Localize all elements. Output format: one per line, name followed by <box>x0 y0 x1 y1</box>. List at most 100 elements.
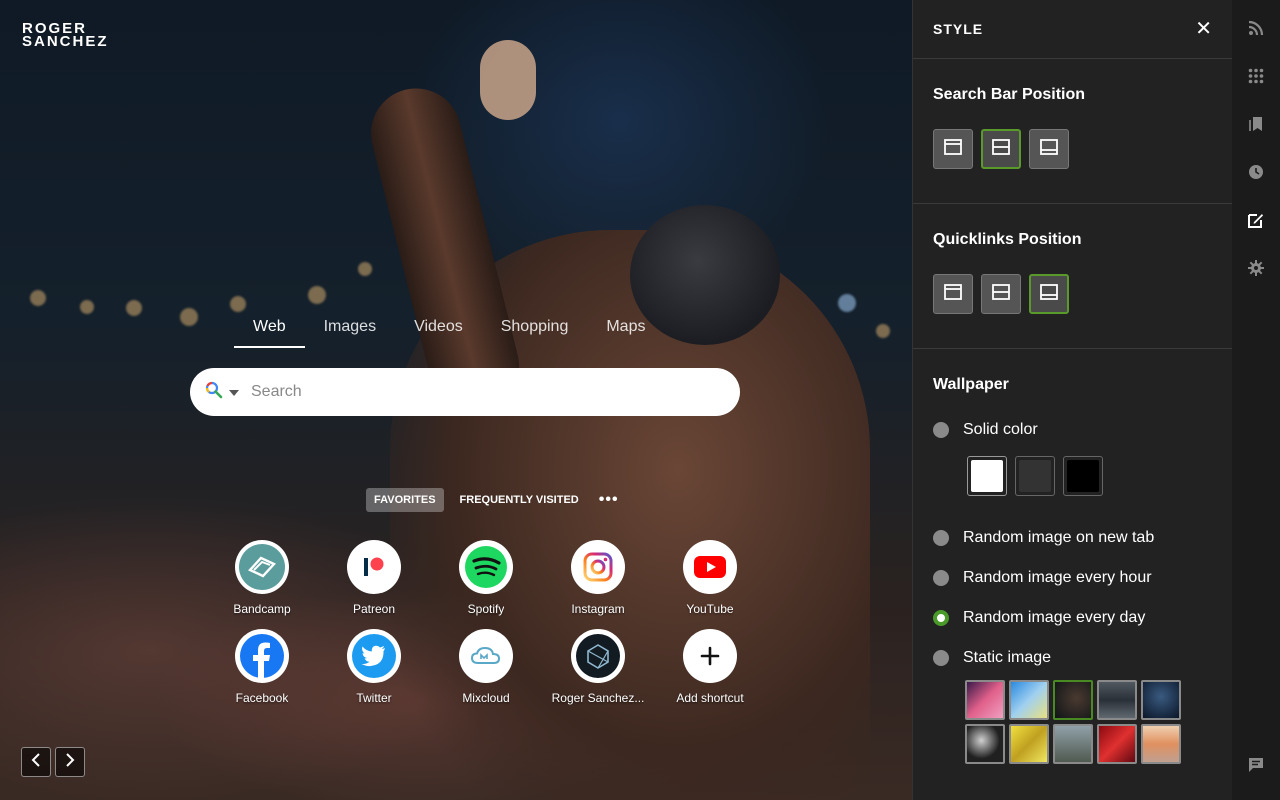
brand-logo[interactable]: ROGER SANCHEZ <box>22 21 109 49</box>
section-title: Quicklinks Position <box>933 231 1082 248</box>
wallpaper-option-random-hour[interactable]: Random image every hour <box>933 558 1212 598</box>
color-swatch-dark-gray[interactable] <box>1015 456 1055 496</box>
tab-maps[interactable]: Maps <box>587 310 664 348</box>
bokeh-light <box>180 308 198 326</box>
radio-label: Random image every hour <box>963 569 1152 586</box>
wallpaper-thumbnail[interactable] <box>1097 680 1137 720</box>
wallpaper-option-random-day[interactable]: Random image every day <box>933 598 1212 638</box>
quicklink-facebook[interactable]: Facebook <box>206 629 318 705</box>
tab-favorites[interactable]: FAVORITES <box>366 488 444 512</box>
layout-top-icon <box>944 283 962 305</box>
color-swatch-white[interactable] <box>967 456 1007 496</box>
swatch-fill <box>1019 460 1051 492</box>
tab-web[interactable]: Web <box>234 310 305 348</box>
quicklink-patreon[interactable]: Patreon <box>318 540 430 616</box>
wallpaper-section: Wallpaper Solid color Random image on ne… <box>913 349 1232 764</box>
radio-button <box>933 570 949 586</box>
search-type-tabs: Web Images Videos Shopping Maps <box>234 310 664 348</box>
quicklink-spotify[interactable]: Spotify <box>430 540 542 616</box>
wallpaper-thumbnail[interactable] <box>1009 724 1049 764</box>
chevron-down-icon <box>229 383 239 401</box>
color-swatch-black[interactable] <box>1063 456 1103 496</box>
quicklink-roger-sanchez[interactable]: Roger Sanchez... <box>542 629 654 705</box>
layout-top-icon <box>944 138 962 160</box>
youtube-icon <box>683 540 737 594</box>
style-edit-icon[interactable] <box>1246 210 1266 230</box>
close-icon[interactable]: ✕ <box>1195 19 1212 39</box>
radio-button <box>933 422 949 438</box>
apps-grid-icon[interactable] <box>1246 66 1266 86</box>
bokeh-light <box>308 286 326 304</box>
instagram-icon <box>571 540 625 594</box>
tab-frequently-visited[interactable]: FREQUENTLY VISITED <box>452 488 587 512</box>
position-bottom-button[interactable] <box>1029 129 1069 169</box>
feedback-icon[interactable] <box>1246 755 1266 775</box>
quicklink-instagram[interactable]: Instagram <box>542 540 654 616</box>
bookmarks-icon[interactable] <box>1246 114 1266 134</box>
chevron-right-icon <box>65 752 75 772</box>
settings-gear-icon[interactable] <box>1246 258 1266 278</box>
quicklink-label: Spotify <box>467 602 505 616</box>
quicklink-label: Add shortcut <box>676 691 744 705</box>
quicklink-label: Twitter <box>356 691 392 705</box>
section-title: Wallpaper <box>933 376 1009 393</box>
bokeh-light <box>80 300 94 314</box>
wallpaper-option-static-image[interactable]: Static image <box>933 638 1212 678</box>
plus-icon <box>683 629 737 683</box>
swatch-fill <box>971 460 1003 492</box>
wallpaper-thumbnail[interactable] <box>1053 724 1093 764</box>
wallpaper-thumbnail[interactable] <box>1097 724 1137 764</box>
position-middle-button[interactable] <box>981 274 1021 314</box>
quicklink-mixcloud[interactable]: Mixcloud <box>430 629 542 705</box>
patreon-icon <box>347 540 401 594</box>
search-engine-icon <box>205 381 223 404</box>
layout-middle-icon <box>992 283 1010 305</box>
wallpaper-thumbnail[interactable] <box>1141 724 1181 764</box>
radio-button <box>933 650 949 666</box>
tab-images[interactable]: Images <box>305 310 395 348</box>
add-shortcut-button[interactable]: Add shortcut <box>654 629 766 705</box>
quicklink-label: Patreon <box>352 602 396 616</box>
history-icon[interactable] <box>1246 162 1266 182</box>
chevron-left-icon <box>31 752 41 772</box>
layout-middle-icon <box>992 138 1010 160</box>
wallpaper-thumbnail-selected[interactable] <box>1053 680 1093 720</box>
quicklink-twitter[interactable]: Twitter <box>318 629 430 705</box>
position-middle-button[interactable] <box>981 129 1021 169</box>
quicklink-label: Instagram <box>571 602 625 616</box>
wallpaper-option-solid-color[interactable]: Solid color <box>933 410 1212 450</box>
style-panel: STYLE ✕ Search Bar Position Quicklinks P… <box>912 0 1232 800</box>
quicklink-youtube[interactable]: YouTube <box>654 540 766 616</box>
quicklink-label: Roger Sanchez... <box>551 691 645 705</box>
quicklink-bandcamp[interactable]: Bandcamp <box>206 540 318 616</box>
quicklink-label: Bandcamp <box>233 602 291 616</box>
wallpaper-thumbnail[interactable] <box>1141 680 1181 720</box>
quicklinks-tabs: FAVORITES FREQUENTLY VISITED ••• <box>366 488 619 512</box>
twitter-icon <box>347 629 401 683</box>
wallpaper-thumbnail[interactable] <box>1009 680 1049 720</box>
quicklink-label: Facebook <box>235 691 289 705</box>
layout-bottom-icon <box>1040 138 1058 160</box>
wallpaper-thumbnail[interactable] <box>965 724 1005 764</box>
bandcamp-icon <box>235 540 289 594</box>
more-options-icon[interactable]: ••• <box>599 491 619 509</box>
tab-videos[interactable]: Videos <box>395 310 482 348</box>
bokeh-light <box>838 294 856 312</box>
search-engine-selector[interactable] <box>205 381 239 404</box>
rss-icon[interactable] <box>1246 18 1266 38</box>
position-top-button[interactable] <box>933 274 973 314</box>
previous-wallpaper-button[interactable] <box>21 747 51 777</box>
wallpaper-thumbnail[interactable] <box>965 680 1005 720</box>
position-bottom-button[interactable] <box>1029 274 1069 314</box>
panel-title: STYLE <box>933 21 984 37</box>
bokeh-light <box>876 324 890 338</box>
wallpaper-option-random-new-tab[interactable]: Random image on new tab <box>933 518 1212 558</box>
tab-shopping[interactable]: Shopping <box>482 310 588 348</box>
next-wallpaper-button[interactable] <box>55 747 85 777</box>
search-input[interactable] <box>249 382 713 402</box>
position-top-button[interactable] <box>933 129 973 169</box>
wallpaper-thumbnails <box>933 678 1212 764</box>
dj-figure-hand <box>480 40 536 120</box>
radio-label: Solid color <box>963 421 1038 438</box>
section-title: Search Bar Position <box>933 86 1086 103</box>
